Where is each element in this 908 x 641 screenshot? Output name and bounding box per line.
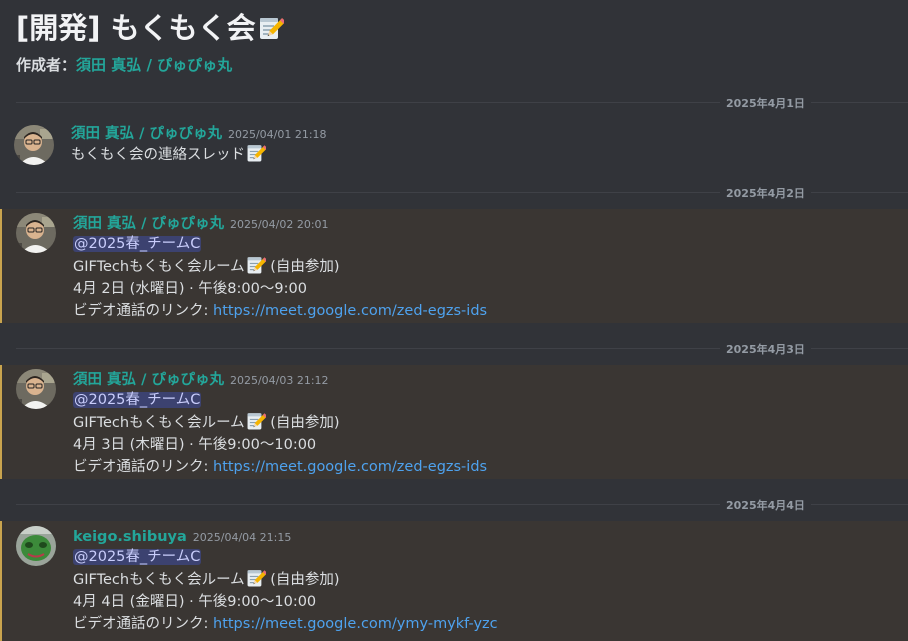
room-line: GIFTechもくもく会ルーム (自由参加) bbox=[73, 568, 498, 591]
thread-view: [開発] もくもく会 作成者：須田 真弘 / ぴゅぴゅ丸 2025年4月1日 須… bbox=[0, 0, 908, 641]
timestamp[interactable]: 2025/04/03 21:12 bbox=[230, 374, 329, 387]
schedule-line: 4月 4日 (金曜日) · 午後9:00～10:00 bbox=[73, 594, 317, 610]
message-highlighted[interactable]: 須田 真弘 / ぴゅぴゅ丸 2025/04/02 20:01 @2025春_チーム… bbox=[0, 209, 908, 323]
room-suffix: (自由参加) bbox=[265, 415, 340, 431]
message-content: 須田 真弘 / ぴゅぴゅ丸 2025/04/02 20:01 @2025春_チーム… bbox=[73, 213, 487, 322]
username[interactable]: keigo.shibuya bbox=[73, 529, 187, 545]
message-header: 須田 真弘 / ぴゅぴゅ丸 2025/04/02 20:01 bbox=[73, 213, 487, 233]
timestamp[interactable]: 2025/04/01 21:18 bbox=[228, 128, 327, 141]
room-name: GIFTechもくもく会ルーム bbox=[73, 259, 245, 275]
thread-header: [開発] もくもく会 作成者：須田 真弘 / ぴゅぴゅ丸 bbox=[16, 8, 284, 75]
mention-line: @2025春_チームC bbox=[73, 546, 498, 568]
schedule-line: 4月 3日 (木曜日) · 午後9:00～10:00 bbox=[73, 437, 317, 453]
memo-icon bbox=[246, 411, 266, 431]
thread-author-line: 作成者：須田 真弘 / ぴゅぴゅ丸 bbox=[16, 54, 284, 75]
meet-link[interactable]: https://meet.google.com/ymy-mykf-yzc bbox=[213, 616, 498, 632]
meet-link[interactable]: https://meet.google.com/zed-egzs-ids bbox=[213, 459, 487, 475]
mention-line: @2025春_チームC bbox=[73, 389, 487, 411]
message-content: 須田 真弘 / ぴゅぴゅ丸 2025/04/03 21:12 @2025春_チーム… bbox=[73, 369, 487, 478]
date-divider: 2025年4月2日 bbox=[16, 185, 908, 201]
date-divider: 2025年4月1日 bbox=[16, 95, 908, 111]
schedule-line: 4月 2日 (水曜日) · 午後8:00～9:00 bbox=[73, 281, 307, 297]
room-suffix: (自由参加) bbox=[265, 259, 340, 275]
meet-link[interactable]: https://meet.google.com/zed-egzs-ids bbox=[213, 303, 487, 319]
room-suffix: (自由参加) bbox=[265, 572, 340, 588]
memo-icon bbox=[246, 255, 266, 275]
user-avatar[interactable] bbox=[16, 526, 56, 566]
mention-line: @2025春_チームC bbox=[73, 233, 487, 255]
role-mention[interactable]: @2025春_チームC bbox=[73, 549, 202, 565]
date-divider-label: 2025年4月2日 bbox=[720, 185, 811, 201]
date-divider-label: 2025年4月3日 bbox=[720, 341, 811, 357]
message-text-line: もくもく会の連絡スレッド bbox=[71, 143, 327, 166]
link-line: ビデオ通話のリンク: https://meet.google.com/ymy-m… bbox=[73, 613, 498, 635]
room-name: GIFTechもくもく会ルーム bbox=[73, 572, 245, 588]
role-mention[interactable]: @2025春_チームC bbox=[73, 392, 202, 408]
link-line: ビデオ通話のリンク: https://meet.google.com/zed-e… bbox=[73, 300, 487, 322]
room-line: GIFTechもくもく会ルーム (自由参加) bbox=[73, 255, 487, 278]
memo-icon bbox=[258, 15, 284, 41]
thread-author-name[interactable]: 須田 真弘 / ぴゅぴゅ丸 bbox=[76, 56, 232, 74]
message[interactable]: 須田 真弘 / ぴゅぴゅ丸 2025/04/01 21:18 もくもく会の連絡スレ… bbox=[0, 118, 908, 190]
user-avatar[interactable] bbox=[14, 125, 54, 165]
link-label: ビデオ通話のリンク: bbox=[73, 616, 213, 632]
user-avatar[interactable] bbox=[16, 369, 56, 409]
username[interactable]: 須田 真弘 / ぴゅぴゅ丸 bbox=[73, 372, 224, 388]
message-header: 須田 真弘 / ぴゅぴゅ丸 2025/04/03 21:12 bbox=[73, 369, 487, 389]
timestamp[interactable]: 2025/04/02 20:01 bbox=[230, 218, 329, 231]
room-name: GIFTechもくもく会ルーム bbox=[73, 415, 245, 431]
date-divider: 2025年4月3日 bbox=[16, 341, 908, 357]
username[interactable]: 須田 真弘 / ぴゅぴゅ丸 bbox=[73, 216, 224, 232]
role-mention[interactable]: @2025春_チームC bbox=[73, 236, 202, 252]
memo-icon bbox=[246, 143, 266, 163]
date-divider: 2025年4月4日 bbox=[16, 497, 908, 513]
message-highlighted[interactable]: 須田 真弘 / ぴゅぴゅ丸 2025/04/03 21:12 @2025春_チーム… bbox=[0, 365, 908, 479]
memo-icon bbox=[246, 568, 266, 588]
thread-title-text: [開発] もくもく会 bbox=[16, 11, 256, 45]
username[interactable]: 須田 真弘 / ぴゅぴゅ丸 bbox=[71, 126, 222, 142]
room-line: GIFTechもくもく会ルーム (自由参加) bbox=[73, 411, 487, 434]
message-header: keigo.shibuya 2025/04/04 21:15 bbox=[73, 526, 498, 546]
thread-title: [開発] もくもく会 bbox=[16, 8, 284, 48]
link-line: ビデオ通話のリンク: https://meet.google.com/zed-e… bbox=[73, 456, 487, 478]
date-divider-label: 2025年4月4日 bbox=[720, 497, 811, 513]
link-label: ビデオ通話のリンク: bbox=[73, 459, 213, 475]
link-label: ビデオ通話のリンク: bbox=[73, 303, 213, 319]
timestamp[interactable]: 2025/04/04 21:15 bbox=[193, 531, 292, 544]
message-highlighted[interactable]: keigo.shibuya 2025/04/04 21:15 @2025春_チーム… bbox=[0, 521, 908, 641]
message-text: もくもく会の連絡スレッド bbox=[71, 147, 245, 163]
date-divider-label: 2025年4月1日 bbox=[720, 95, 811, 111]
user-avatar[interactable] bbox=[16, 213, 56, 253]
message-header: 須田 真弘 / ぴゅぴゅ丸 2025/04/01 21:18 bbox=[71, 123, 327, 143]
author-prefix: 作成者： bbox=[16, 56, 77, 74]
message-content: 須田 真弘 / ぴゅぴゅ丸 2025/04/01 21:18 もくもく会の連絡スレ… bbox=[71, 123, 327, 166]
message-content: keigo.shibuya 2025/04/04 21:15 @2025春_チーム… bbox=[73, 526, 498, 635]
